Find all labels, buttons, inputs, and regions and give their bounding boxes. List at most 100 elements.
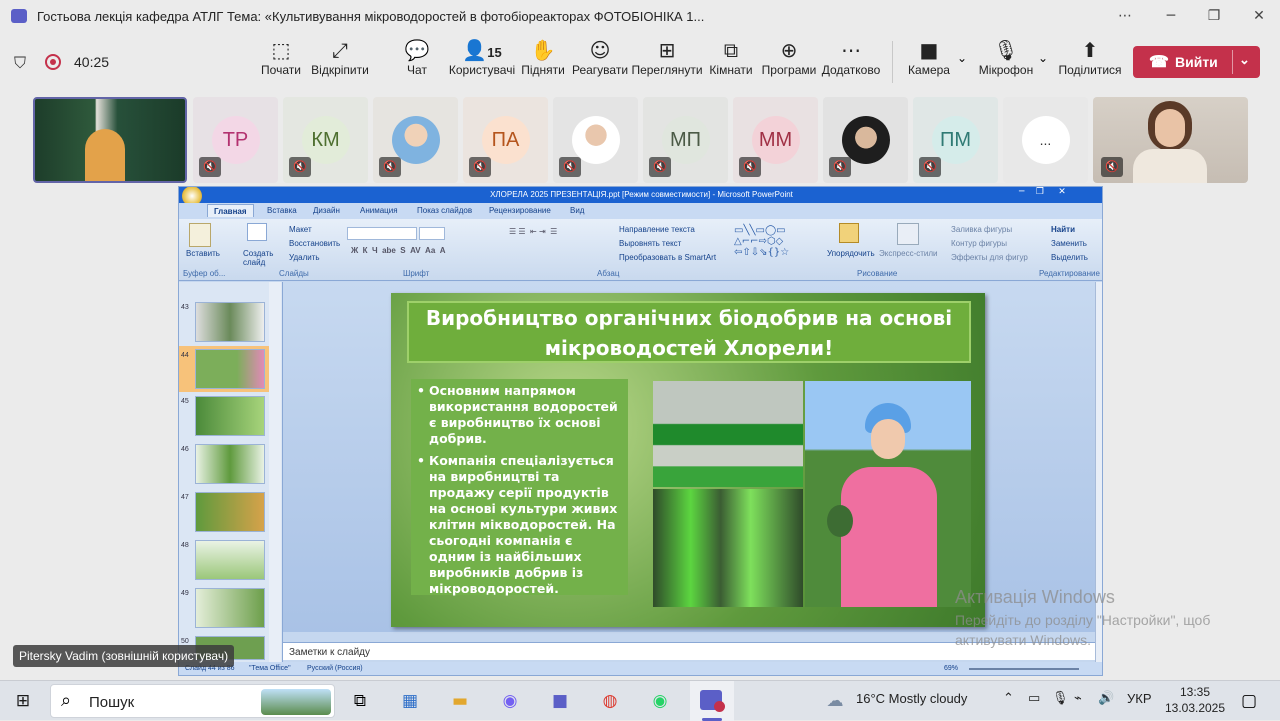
font-name-select[interactable] [347, 227, 417, 240]
network-icon[interactable]: ⌁ [1074, 691, 1082, 706]
participant-tile[interactable]: 🔇 [553, 97, 638, 183]
tab-home[interactable]: Главная [207, 204, 254, 217]
participant-tile[interactable]: ПМ 🔇 [913, 97, 998, 183]
ppt-ribbon-tabs: Главная Вставка Дизайн Анимация Показ сл… [179, 203, 1102, 219]
people-button[interactable]: 👤15 Користувачі [447, 33, 517, 91]
shapes-gallery-icon[interactable]: ▭╲╲▭◯▭ △⌐⌐⇨⬡◇ ⇦⇧⇩⇘{}☆ [734, 225, 822, 261]
replace-button[interactable]: Заменить [1051, 239, 1087, 248]
camera-options-chevron-icon[interactable]: ⌄ [957, 51, 967, 65]
paragraph-buttons[interactable]: ☰ ☰ ⇤ ⇥ ☰ [509, 227, 557, 236]
start-button[interactable]: ⬚ Почати [248, 33, 314, 91]
minimize-button[interactable]: ─ [1156, 6, 1186, 26]
rooms-button[interactable]: ⧉ Кімнати [698, 33, 764, 91]
windows-start-icon[interactable]: ⊞ [10, 689, 36, 713]
participant-tile[interactable]: 🔇 [373, 97, 458, 183]
weather-text[interactable]: 16°C Mostly cloudy [856, 691, 967, 706]
shape-outline-button[interactable]: Контур фигуры [951, 239, 1007, 248]
leave-button[interactable]: ☎ Вийти ⌄ [1133, 46, 1260, 78]
unpin-button[interactable]: ⤢ Відкріпити [307, 33, 373, 91]
slide-thumbnail[interactable] [195, 540, 265, 580]
reset-button[interactable]: Восстановить [289, 239, 340, 248]
camera-button[interactable]: ■ Камера [896, 33, 962, 91]
maximize-button[interactable]: ❐ [1199, 6, 1229, 26]
slide-thumbnail[interactable] [195, 444, 265, 484]
task-view-icon[interactable]: ⧉ [347, 689, 373, 713]
teams-active-icon[interactable] [690, 681, 734, 721]
toolbar-divider [892, 41, 893, 83]
arrange-icon[interactable] [839, 223, 859, 243]
calculator-icon[interactable]: ▦ [397, 689, 423, 713]
tab-insert[interactable]: Вставка [267, 206, 297, 215]
react-button[interactable]: ☺ Реагувати [567, 33, 633, 91]
close-button[interactable]: ✕ [1244, 6, 1274, 26]
file-explorer-icon[interactable]: ▬ [447, 689, 473, 713]
slide-thumbnail[interactable] [195, 302, 265, 342]
chat-button[interactable]: 💬 Чат [384, 33, 450, 91]
participant-tile[interactable]: 🔇 [1093, 97, 1248, 183]
tab-design[interactable]: Дизайн [313, 206, 340, 215]
leave-options-chevron-icon[interactable]: ⌄ [1239, 52, 1250, 68]
quick-styles-icon[interactable] [897, 223, 919, 245]
paste-label[interactable]: Вставить [186, 249, 220, 258]
microphone-button[interactable]: 🎙 Мікрофон [973, 33, 1039, 91]
paste-icon[interactable] [189, 223, 211, 247]
participant-tile[interactable]: ПА 🔇 [463, 97, 548, 183]
viber-icon[interactable]: ◉ [497, 689, 523, 713]
zoom-slider[interactable] [969, 668, 1079, 670]
shape-effects-button[interactable]: Эффекты для фигур [951, 253, 1028, 262]
language-indicator[interactable]: УКР [1127, 691, 1152, 706]
weather-cloud-icon[interactable]: ☁ [822, 689, 848, 713]
participant-tile[interactable] [33, 97, 187, 183]
more-participants-tile[interactable]: ... [1003, 97, 1088, 183]
delete-button[interactable]: Удалить [289, 253, 320, 262]
battery-icon[interactable]: ▭ [1028, 691, 1040, 706]
microphone-options-chevron-icon[interactable]: ⌄ [1038, 51, 1048, 65]
participant-tile[interactable]: ММ 🔇 [733, 97, 818, 183]
participant-tile[interactable]: КМ 🔇 [283, 97, 368, 183]
chrome-icon[interactable]: ◍ [597, 689, 623, 713]
tray-chevron-icon[interactable]: ⌃ [1003, 691, 1014, 706]
notifications-icon[interactable]: ▢ [1236, 689, 1262, 713]
search-box[interactable]: ⌕ Пошук [50, 684, 335, 718]
arrange-button[interactable]: Упорядочить [827, 249, 875, 258]
slide-thumbnail[interactable] [195, 396, 265, 436]
group-drawing: Рисование [857, 269, 898, 278]
text-direction-button[interactable]: Направление текста [619, 225, 695, 234]
teams-logo-icon [11, 9, 27, 23]
tab-review[interactable]: Рецензирование [489, 206, 551, 215]
select-button[interactable]: Выделить [1051, 253, 1088, 262]
new-slide-label[interactable]: Создать слайд [243, 249, 275, 267]
smartart-button[interactable]: Преобразовать в SmartArt [619, 253, 716, 262]
teams-icon[interactable]: ■ [547, 689, 573, 713]
clock[interactable]: 13:35 13.03.2025 [1160, 685, 1230, 715]
font-size-select[interactable] [419, 227, 445, 240]
participant-tile[interactable]: ТР 🔇 [193, 97, 278, 183]
share-button[interactable]: ⬆ Поділитися [1057, 33, 1123, 91]
tab-animation[interactable]: Анимация [360, 206, 398, 215]
more-options-icon[interactable]: ⋯ [1110, 6, 1140, 26]
muted-icon: 🔇 [559, 157, 581, 177]
apps-button[interactable]: ⊕ Програми [756, 33, 822, 91]
shape-fill-button[interactable]: Заливка фигуры [951, 225, 1012, 234]
whatsapp-icon[interactable]: ◉ [647, 689, 673, 713]
slide-thumbnail[interactable] [195, 492, 265, 532]
view-button[interactable]: ⊞ Переглянути [630, 33, 704, 91]
more-button[interactable]: ⋯ Додатково [818, 33, 884, 91]
tab-slideshow[interactable]: Показ слайдов [417, 206, 472, 215]
volume-icon[interactable]: 🔊 [1098, 691, 1114, 706]
slide-thumbnail[interactable] [195, 588, 265, 628]
ppt-window-controls[interactable]: ─ ❐ ✕ [1019, 187, 1066, 197]
align-text-button[interactable]: Выровнять текст [619, 239, 681, 248]
find-button[interactable]: Найти [1051, 225, 1075, 234]
tab-view[interactable]: Вид [570, 206, 584, 215]
quick-styles-button[interactable]: Экспресс-стили [879, 249, 938, 258]
slide-thumbnail-selected[interactable] [195, 349, 265, 389]
layout-button[interactable]: Макет [289, 225, 312, 234]
more-participants-icon: ... [1021, 116, 1070, 164]
participant-tile[interactable]: МП 🔇 [643, 97, 728, 183]
new-slide-icon[interactable] [247, 223, 267, 241]
thumbnails-scrollbar[interactable] [269, 282, 281, 662]
font-format-buttons[interactable]: Ж К Ч abe S AV Aa A [351, 246, 446, 255]
microphone-tray-icon[interactable]: 🎙 [1052, 691, 1069, 706]
participant-tile[interactable]: 🔇 [823, 97, 908, 183]
